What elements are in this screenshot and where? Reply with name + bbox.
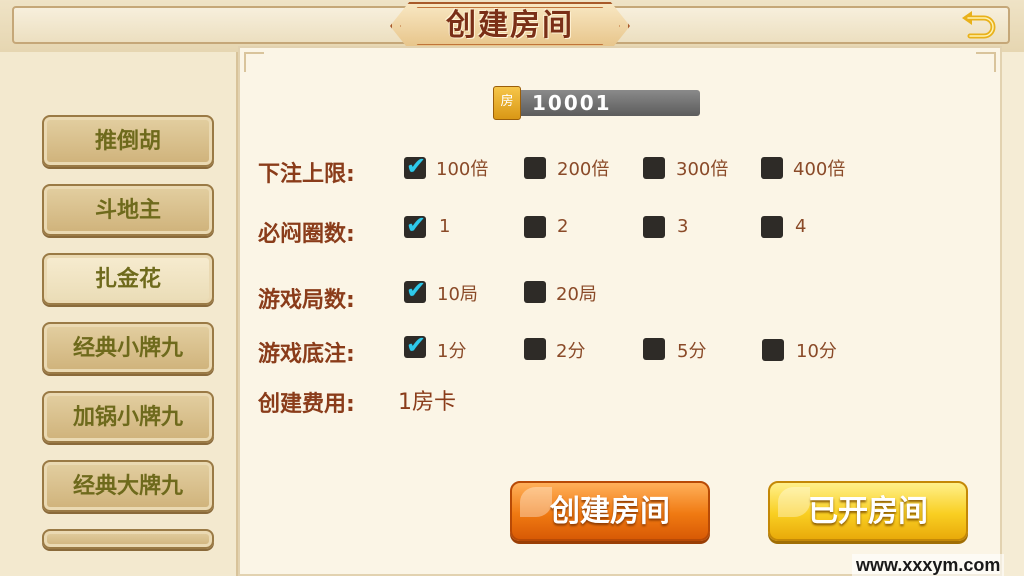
base-bet-label: 游戏底注:: [258, 342, 355, 367]
bet-limit-option: 300倍: [676, 159, 729, 180]
game-button-classic-big-paijiu[interactable]: 经典大牌九: [42, 460, 214, 512]
checkmark-icon: ✔: [406, 276, 427, 304]
rounds-checkbox-3[interactable]: [643, 216, 665, 238]
base-bet-option: 5分: [677, 341, 707, 362]
base-bet-option: 10分: [796, 341, 837, 362]
checkmark-icon: ✔: [406, 331, 427, 359]
game-rounds-option: 20局: [556, 284, 597, 305]
game-button-doudizhu[interactable]: 斗地主: [42, 184, 214, 236]
game-rounds-checkbox-20[interactable]: [524, 281, 546, 303]
game-button-classic-small-paijiu[interactable]: 经典小牌九: [42, 322, 214, 374]
rounds-option: 2: [557, 216, 569, 237]
corner-ornament: [244, 52, 264, 72]
base-bet-checkbox-1[interactable]: ✔: [404, 332, 426, 358]
game-button-partial[interactable]: [42, 529, 214, 549]
rounds-checkbox-2[interactable]: [524, 216, 546, 238]
bet-limit-checkbox-200[interactable]: [524, 157, 546, 179]
room-number: 10001: [532, 91, 612, 115]
game-button-jiaguo-small-paijiu[interactable]: 加锅小牌九: [42, 391, 214, 443]
bet-limit-option: 200倍: [557, 159, 610, 180]
bet-limit-checkbox-100[interactable]: ✔: [404, 153, 426, 179]
rounds-checkbox-4[interactable]: [761, 216, 783, 238]
checkmark-icon: ✔: [406, 211, 427, 239]
game-rounds-label: 游戏局数:: [258, 288, 355, 313]
cost-label: 创建费用:: [258, 392, 355, 417]
game-rounds-option: 10局: [437, 284, 478, 305]
rounds-checkbox-1[interactable]: ✔: [404, 212, 426, 238]
game-button-tuidaohu[interactable]: 推倒胡: [42, 115, 214, 167]
bet-limit-checkbox-400[interactable]: [761, 157, 783, 179]
opened-rooms-button[interactable]: 已开房间: [768, 481, 968, 541]
must-stuff-rounds-label: 必闷圈数:: [258, 222, 355, 247]
back-arrow-icon[interactable]: [958, 8, 998, 44]
base-bet-checkbox-10[interactable]: [762, 339, 784, 361]
game-rounds-checkbox-10[interactable]: ✔: [404, 277, 426, 303]
corner-ornament: [976, 52, 996, 72]
checkmark-icon: ✔: [406, 152, 427, 180]
button-shine: [778, 487, 810, 517]
game-button-zhajinhua[interactable]: 扎金花: [42, 253, 214, 305]
create-room-label: 创建房间: [550, 494, 670, 529]
base-bet-checkbox-2[interactable]: [524, 338, 546, 360]
page-title: 创建房间: [446, 8, 574, 43]
bet-limit-label: 下注上限:: [258, 162, 355, 187]
base-bet-option: 1分: [437, 341, 467, 362]
cost-value: 1房卡: [398, 390, 456, 415]
room-icon: 房: [493, 86, 521, 120]
create-room-button[interactable]: 创建房间: [510, 481, 710, 541]
base-bet-checkbox-5[interactable]: [643, 338, 665, 360]
bet-limit-checkbox-300[interactable]: [643, 157, 665, 179]
rounds-option: 1: [439, 216, 451, 237]
watermark: www.xxxym.com: [852, 554, 1005, 576]
base-bet-option: 2分: [556, 341, 586, 362]
button-shine: [520, 487, 552, 517]
bet-limit-option: 400倍: [793, 159, 846, 180]
opened-rooms-label: 已开房间: [808, 494, 928, 529]
bet-limit-option: 100倍: [436, 159, 489, 180]
rounds-option: 3: [677, 216, 689, 237]
rounds-option: 4: [795, 216, 807, 237]
